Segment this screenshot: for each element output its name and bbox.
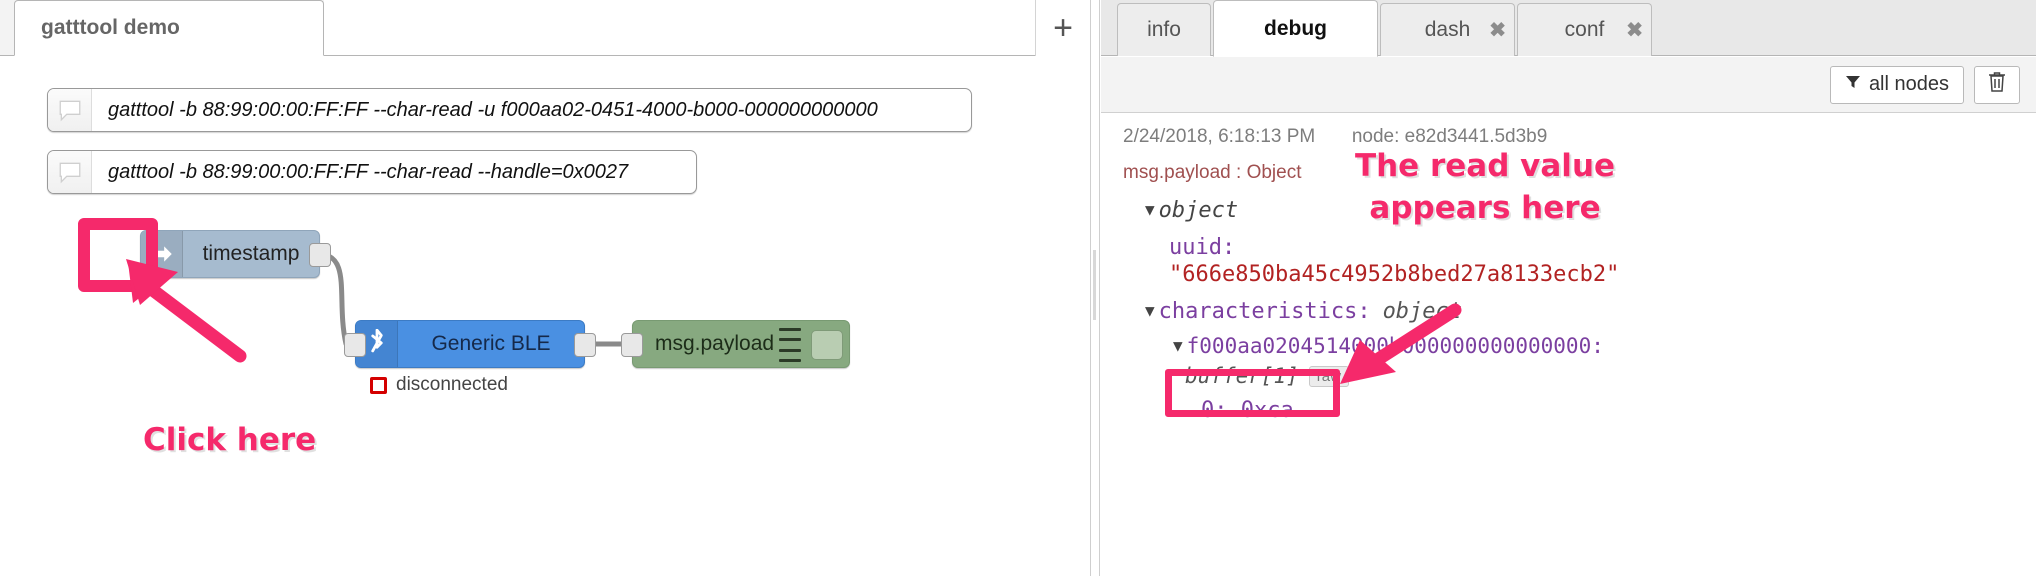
- caret-down-icon[interactable]: ▼: [1145, 198, 1155, 222]
- wire-layer: [317, 251, 635, 347]
- flow-tab-label: gatttool demo: [41, 16, 180, 39]
- debug-root-label: object: [1158, 198, 1239, 223]
- sidebar-tab-label: conf: [1564, 18, 1605, 41]
- uuid-value-label: "666e850ba45c4952b8bed27a8133ecb2": [1169, 262, 1620, 287]
- debug-node-id: node: e82d3441.5d3b9: [1351, 126, 1548, 147]
- debug-clear-button[interactable]: [1974, 65, 2020, 104]
- flow-editor-pane: gatttool demo + gatttool -b 88:99:00:00:…: [0, 0, 1090, 576]
- debug-toolbar: all nodes: [1101, 57, 2036, 113]
- annotation-click-here: Click here: [143, 422, 317, 458]
- add-flow-tab-button[interactable]: +: [1035, 0, 1090, 56]
- debug-prop-uuid-key: uuid:: [1169, 235, 2036, 260]
- generic-ble-node[interactable]: Generic BLE: [344, 320, 596, 368]
- annotation-read-value: The read value appears here: [1354, 148, 1616, 226]
- flow-tab-bar: gatttool demo +: [0, 0, 1090, 56]
- debug-prop-uuid-value: "666e850ba45c4952b8bed27a8133ecb2": [1169, 262, 2036, 287]
- flow-tab-gatttool-demo[interactable]: gatttool demo: [14, 0, 324, 56]
- flow-canvas[interactable]: gatttool -b 88:99:00:00:FF:FF --char-rea…: [0, 57, 1090, 576]
- debug-lines-icon: [779, 328, 801, 362]
- comment-node-1[interactable]: gatttool -b 88:99:00:00:FF:FF --char-rea…: [47, 88, 972, 132]
- sidebar-tab-config[interactable]: conf ✖: [1517, 3, 1652, 56]
- debug-filter-label: all nodes: [1868, 73, 1949, 95]
- highlight-box-read-value: [1165, 369, 1340, 417]
- inject-output-port[interactable]: [309, 243, 331, 267]
- debug-timestamp: 2/24/2018, 6:18:13 PM: [1123, 126, 1316, 147]
- debug-filter-button[interactable]: all nodes: [1829, 65, 1964, 104]
- caret-down-icon[interactable]: ▼: [1145, 299, 1155, 323]
- comment-icon: [48, 89, 92, 131]
- characteristics-type-label: object: [1382, 299, 1463, 324]
- flow-tab-bar-empty: [324, 0, 1035, 56]
- comment-text: gatttool -b 88:99:00:00:FF:FF --char-rea…: [108, 98, 878, 121]
- sidebar-tab-debug[interactable]: debug: [1213, 0, 1378, 57]
- debug-prop-characteristics[interactable]: ▼ characteristics: object: [1145, 299, 2036, 324]
- inject-node-label: timestamp: [202, 242, 300, 265]
- ble-input-port[interactable]: [344, 333, 366, 357]
- node-red-editor-window: gatttool demo + gatttool -b 88:99:00:00:…: [0, 0, 2036, 576]
- generic-ble-label: Generic BLE: [431, 332, 551, 355]
- sidebar-tab-label: dash: [1424, 18, 1471, 41]
- pane-divider-grip[interactable]: [1093, 250, 1096, 320]
- uuid-key-label: uuid:: [1169, 235, 1236, 260]
- trash-icon: [1988, 71, 2006, 98]
- debug-node-msg-payload[interactable]: msg.payload: [621, 320, 850, 368]
- inject-node-timestamp[interactable]: timestamp: [140, 230, 331, 278]
- plus-icon: +: [1053, 9, 1073, 47]
- ble-status-indicator: disconnected: [370, 374, 508, 396]
- debug-toggle-button[interactable]: [811, 330, 843, 360]
- highlight-box-inject-button: [78, 218, 158, 292]
- comment-icon: [48, 151, 92, 193]
- close-icon[interactable]: ✖: [1626, 18, 1643, 43]
- ble-status-text: disconnected: [396, 374, 508, 395]
- sidebar-tab-info[interactable]: info: [1117, 3, 1211, 56]
- ble-output-port[interactable]: [574, 333, 596, 357]
- status-dot-icon: [370, 376, 387, 394]
- sidebar-tab-label: debug: [1264, 16, 1327, 40]
- comment-text: gatttool -b 88:99:00:00:FF:FF --char-rea…: [108, 160, 629, 183]
- sidebar-tab-dashboard[interactable]: dash ✖: [1380, 3, 1515, 56]
- debug-input-port[interactable]: [621, 333, 643, 357]
- debug-prop-characteristic-uuid[interactable]: ▼ f000aa0204514000b000000000000000:: [1173, 334, 2036, 358]
- sidebar-tab-label: info: [1147, 18, 1181, 41]
- caret-down-icon[interactable]: ▼: [1173, 334, 1183, 358]
- characteristic-uuid-label: f000aa0204514000b000000000000000:: [1186, 334, 1604, 358]
- comment-node-2[interactable]: gatttool -b 88:99:00:00:FF:FF --char-rea…: [47, 150, 697, 194]
- debug-message-meta: 2/24/2018, 6:18:13 PM node: e82d3441.5d3…: [1123, 126, 2036, 148]
- sidebar-tab-bar: info debug dash ✖ conf ✖: [1101, 0, 2036, 57]
- close-icon[interactable]: ✖: [1489, 18, 1506, 43]
- characteristics-key-label: characteristics:: [1158, 299, 1371, 324]
- funnel-icon: [1845, 73, 1861, 96]
- sidebar-pane: info debug dash ✖ conf ✖ all nodes 2/24/…: [1101, 0, 2036, 576]
